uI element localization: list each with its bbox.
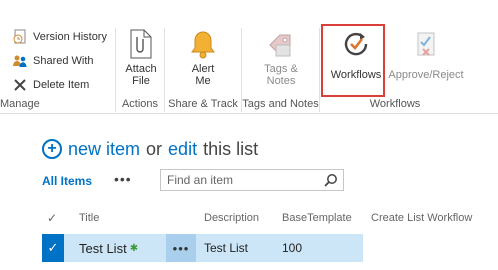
- version-history-icon: [12, 29, 28, 45]
- column-header-description[interactable]: Description: [204, 212, 259, 224]
- approve-reject-button[interactable]: Approve/Reject: [386, 28, 466, 81]
- workflows-group-label: Workflows: [369, 98, 421, 110]
- tags-notes-label-2: Notes: [266, 75, 296, 87]
- view-all-items[interactable]: All Items: [42, 174, 92, 188]
- edit-list-link[interactable]: edit: [168, 139, 197, 160]
- alert-me-button[interactable]: Alert Me: [185, 28, 221, 87]
- workflows-highlight-box: [321, 24, 385, 97]
- row-selected-checkmark[interactable]: ✓: [42, 234, 64, 262]
- alert-me-label-2: Me: [195, 75, 211, 87]
- row-description-cell: Test List: [204, 241, 249, 255]
- row-basetemplate-cell: 100: [282, 241, 303, 255]
- manage-group: Version History Shared With Delete Item …: [0, 0, 115, 114]
- search-input[interactable]: [167, 173, 317, 187]
- sharepoint-list-page: Version History Shared With Delete Item …: [0, 0, 498, 270]
- alert-me-label-1: Alert: [191, 63, 215, 75]
- actions-group: Attach File Actions: [116, 0, 164, 114]
- share-track-group: Alert Me Share & Track: [165, 0, 241, 114]
- shared-with-icon: [12, 53, 28, 69]
- attach-file-icon: [125, 28, 157, 60]
- row-title-cell[interactable]: Test List ✱: [79, 241, 138, 256]
- approve-reject-label: Approve/Reject: [388, 69, 464, 81]
- delete-item-button[interactable]: Delete Item: [12, 75, 89, 95]
- ribbon: Version History Shared With Delete Item …: [0, 0, 498, 114]
- version-history-label: Version History: [33, 31, 107, 43]
- row-item-menu-button[interactable]: •••: [166, 234, 196, 262]
- shared-with-label: Shared With: [33, 55, 94, 67]
- bell-icon: [187, 28, 219, 60]
- tags-notes-group: Tags & Notes Tags and Notes: [242, 0, 319, 114]
- view-selector: All Items: [42, 170, 92, 192]
- new-item-link[interactable]: new item: [68, 139, 140, 160]
- manage-group-label: Manage: [0, 98, 40, 110]
- approve-reject-icon: [410, 28, 442, 60]
- search-box[interactable]: [160, 169, 344, 191]
- version-history-button[interactable]: Version History: [12, 27, 107, 47]
- tag-icon: [265, 28, 297, 60]
- plus-circle-icon[interactable]: +: [42, 139, 62, 159]
- column-header-create-list-workflow[interactable]: Create List Workflow: [371, 212, 472, 224]
- new-item-marker-icon: ✱: [129, 243, 139, 254]
- delete-item-label: Delete Item: [33, 79, 90, 91]
- share-track-group-label: Share & Track: [168, 98, 238, 110]
- shared-with-button[interactable]: Shared With: [12, 51, 94, 71]
- select-all-checkmark[interactable]: ✓: [47, 211, 57, 225]
- delete-x-icon: [12, 77, 28, 93]
- attach-file-label-2: File: [132, 75, 150, 87]
- or-text: or: [146, 138, 163, 159]
- actions-group-label: Actions: [121, 98, 159, 110]
- attach-file-label-1: Attach: [125, 63, 157, 75]
- row-title-link[interactable]: Test List: [79, 241, 127, 256]
- attach-file-button[interactable]: Attach File: [121, 28, 161, 87]
- tags-notes-button[interactable]: Tags & Notes: [260, 28, 302, 87]
- more-views-button[interactable]: •••: [114, 171, 132, 187]
- tags-notes-label-1: Tags &: [264, 63, 298, 75]
- column-header-basetemplate[interactable]: BaseTemplate: [282, 212, 352, 224]
- tags-notes-group-label: Tags and Notes: [242, 98, 319, 110]
- search-icon[interactable]: [324, 173, 338, 190]
- new-item-bar: + new item or edit this list: [42, 136, 258, 162]
- column-header-title[interactable]: Title: [79, 212, 99, 224]
- this-list-text: this list: [203, 138, 259, 159]
